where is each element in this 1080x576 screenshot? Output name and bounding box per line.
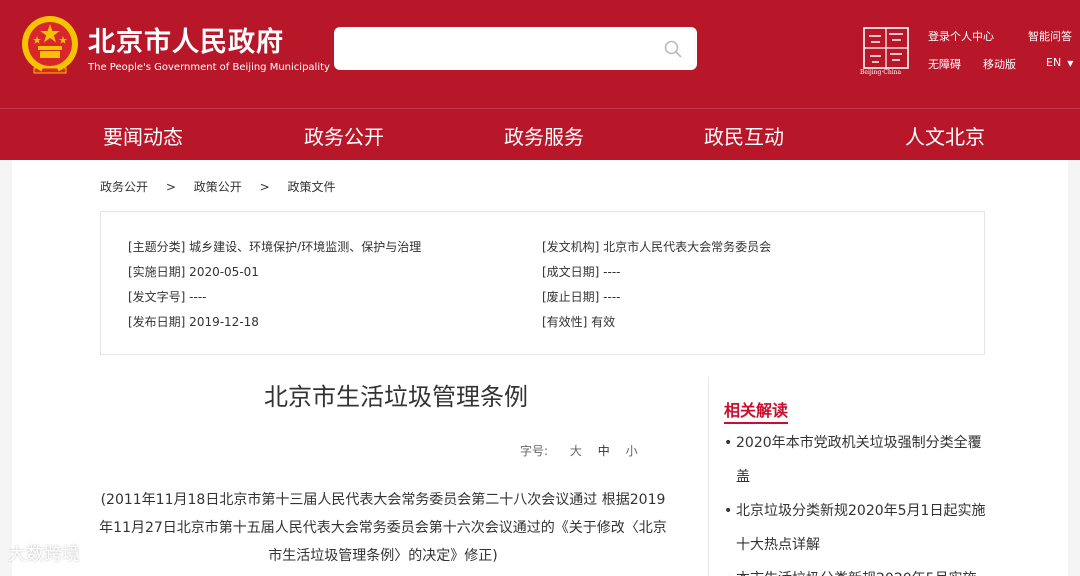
document-metadata-box: [100, 211, 985, 355]
related-item[interactable]: 北京垃圾分类新规2020年5月1日起实施十大热点详解: [724, 494, 994, 562]
article-preamble: (2011年11月18日北京市第十三届人民代表大会常务委员会第二十八次会议通过 …: [99, 492, 667, 564]
meta-issuer: [发文机构] 北京市人民代表大会常务委员会: [542, 240, 772, 254]
font-size-control: 字号: 大 中 小: [520, 442, 638, 459]
font-size-label: 字号:: [520, 444, 549, 458]
meta-publish-date: [发布日期] 2019-12-18: [128, 315, 259, 329]
search-icon[interactable]: [663, 39, 683, 59]
meta-effective-date: [实施日期] 2020-05-01: [128, 265, 259, 279]
watermark: 大数跨境: [8, 540, 80, 566]
breadcrumb-item-gov-affairs[interactable]: 政务公开: [100, 178, 148, 195]
caret-down-icon: ▼: [1067, 58, 1074, 68]
search-input[interactable]: [334, 27, 697, 70]
meta-validity: [有效性] 有效: [542, 315, 616, 329]
font-size-medium-button[interactable]: 中: [598, 444, 610, 458]
column-divider: [708, 377, 709, 576]
top-bar: 北京市人民政府 The People's Government of Beiji…: [0, 0, 1080, 108]
font-size-small-button[interactable]: 小: [626, 444, 638, 458]
related-item[interactable]: 2020年本市党政机关垃圾强制分类全覆盖: [724, 426, 994, 494]
meta-topic: [主题分类] 城乡建设、环境保护/环境监测、保护与治理: [128, 240, 422, 254]
meta-written-date: [成文日期] ----: [542, 265, 621, 279]
breadcrumb-item-policy-docs[interactable]: 政策文件: [287, 178, 335, 195]
nav-item-news[interactable]: 要闻动态: [103, 121, 183, 150]
login-link[interactable]: 登录个人中心: [928, 28, 994, 44]
accessibility-link[interactable]: 无障碍: [928, 56, 961, 72]
breadcrumb: 政务公开 > 政策公开 > 政策文件: [100, 178, 335, 195]
font-size-large-button[interactable]: 大: [570, 444, 582, 458]
nav-item-gov-services[interactable]: 政务服务: [504, 121, 584, 150]
watermark-text: 大数跨境: [8, 544, 80, 565]
mobile-version-link[interactable]: 移动版: [983, 56, 1016, 72]
nav-item-interaction[interactable]: 政民互动: [704, 121, 784, 150]
breadcrumb-separator: >: [259, 180, 270, 194]
nav-item-culture[interactable]: 人文北京: [905, 121, 985, 150]
breadcrumb-separator: >: [165, 180, 176, 194]
main-nav: 要闻动态 政务公开 政务服务 政民互动 人文北京: [0, 108, 1080, 160]
related-title-underline: [724, 422, 788, 424]
article-title: 北京市生活垃圾管理条例: [264, 383, 528, 411]
language-switch[interactable]: EN ▼: [1046, 56, 1073, 69]
related-list: 2020年本市党政机关垃圾强制分类全覆盖 北京垃圾分类新规2020年5月1日起实…: [724, 426, 994, 576]
related-section-title: 相关解读: [724, 401, 789, 420]
site-title[interactable]: 北京市人民政府: [88, 20, 284, 59]
meta-doc-number: [发文字号] ----: [128, 290, 207, 304]
breadcrumb-item-policy[interactable]: 政策公开: [194, 178, 242, 195]
language-label: EN: [1046, 56, 1062, 69]
related-item[interactable]: 本市生活垃圾分类新规2020年5月实施: [724, 562, 994, 576]
nav-item-gov-affairs[interactable]: 政务公开: [304, 121, 384, 150]
meta-abolish-date: [废止日期] ----: [542, 290, 621, 304]
capital-logo-caption: Beijing·China: [860, 69, 902, 76]
smart-qa-link[interactable]: 智能问答: [1028, 28, 1072, 44]
site-subtitle: The People's Government of Beijing Munic…: [88, 62, 330, 73]
site-header: 北京市人民政府 The People's Government of Beiji…: [0, 0, 1080, 160]
national-emblem-icon: [22, 16, 78, 74]
